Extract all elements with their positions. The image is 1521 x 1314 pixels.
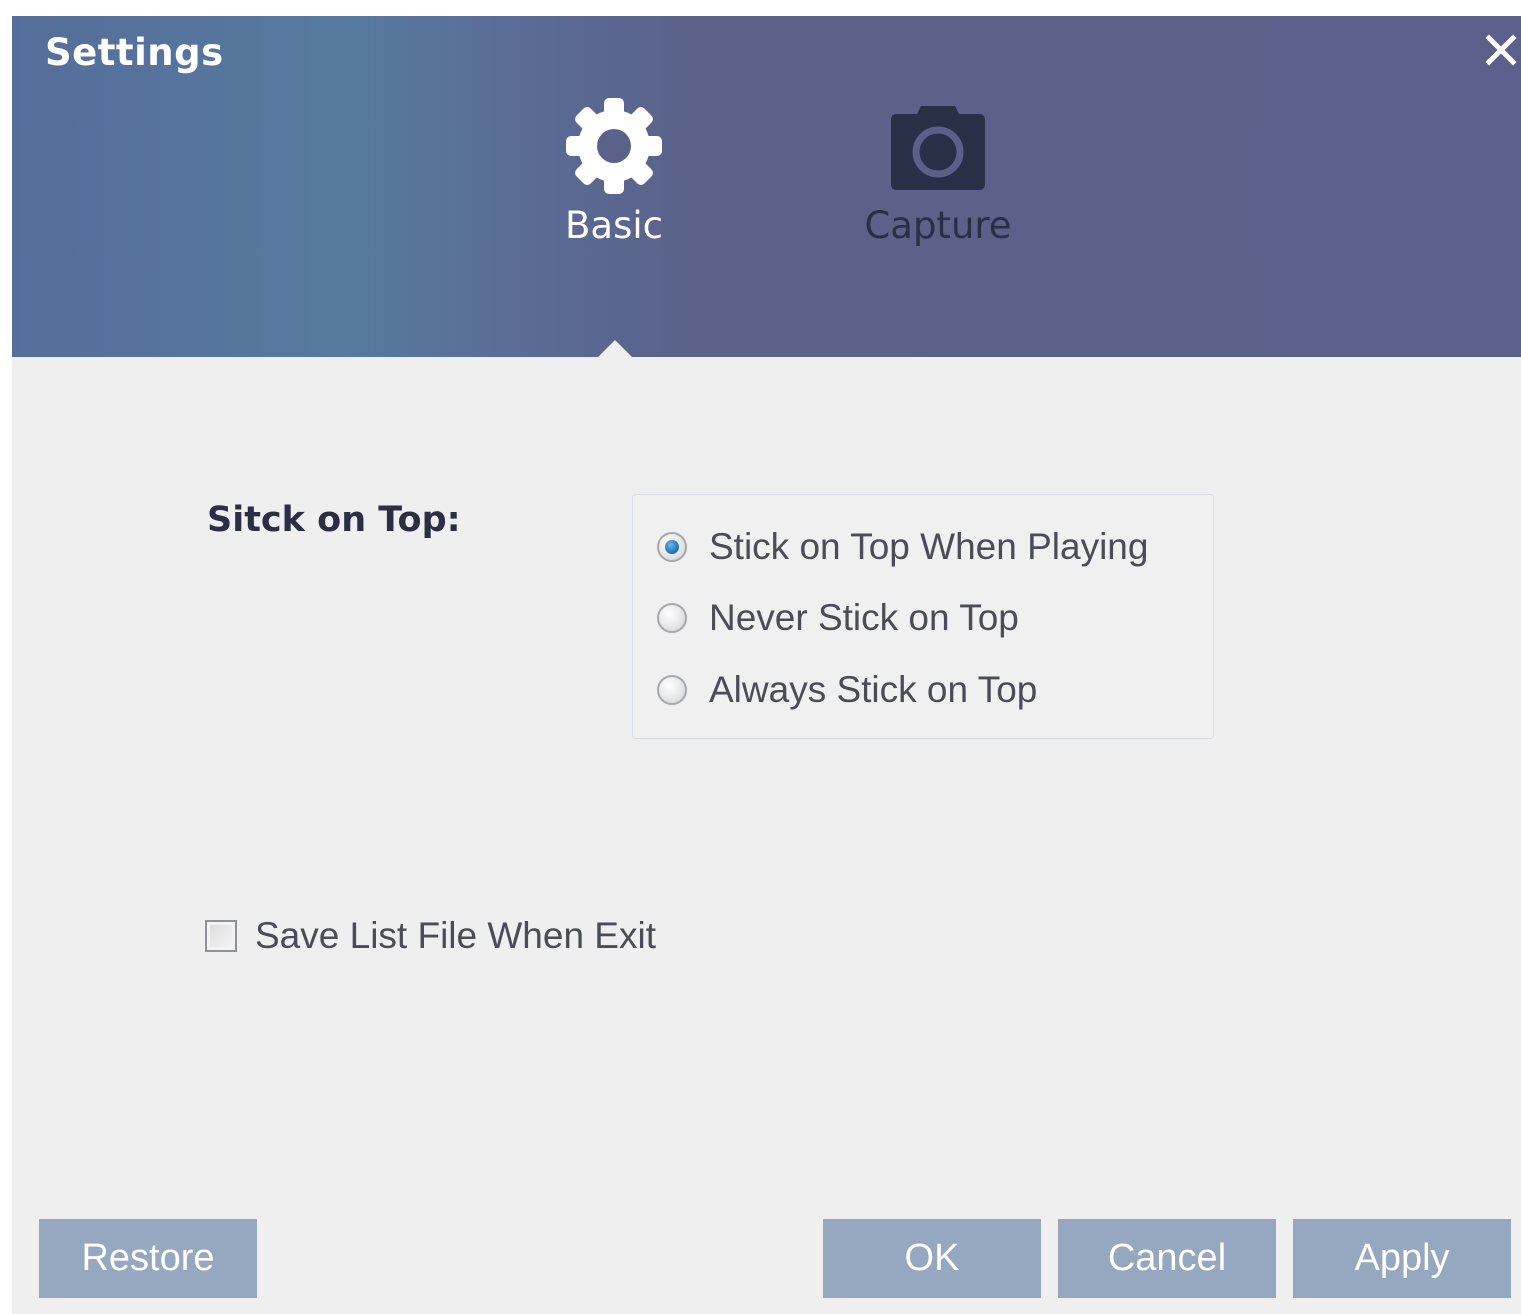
- restore-button[interactable]: Restore: [39, 1219, 257, 1298]
- save-list-checkbox[interactable]: [205, 920, 237, 952]
- selected-tab-pointer: [598, 340, 632, 357]
- cancel-button[interactable]: Cancel: [1058, 1219, 1276, 1298]
- radio-label: Always Stick on Top: [709, 669, 1038, 710]
- stick-on-top-label: Sitck on Top:: [207, 500, 461, 540]
- radio-always-stick[interactable]: Always Stick on Top: [657, 666, 1037, 714]
- radio-button-selected[interactable]: [657, 532, 687, 562]
- save-list-checkbox-row[interactable]: Save List File When Exit: [205, 911, 656, 961]
- settings-dialog: Settings Basic Capture Sitck on Top: Sti…: [12, 16, 1521, 1314]
- ok-button[interactable]: OK: [823, 1219, 1041, 1298]
- radio-button[interactable]: [657, 675, 687, 705]
- close-icon[interactable]: [1481, 30, 1521, 70]
- tab-capture-label: Capture: [864, 204, 1012, 247]
- dialog-header: Settings Basic Capture: [12, 16, 1521, 357]
- radio-button[interactable]: [657, 603, 687, 633]
- apply-button[interactable]: Apply: [1293, 1219, 1511, 1298]
- radio-label: Stick on Top When Playing: [709, 526, 1149, 567]
- tab-capture[interactable]: Capture: [838, 96, 1038, 266]
- save-list-checkbox-label: Save List File When Exit: [255, 915, 656, 956]
- camera-icon: [883, 96, 993, 196]
- tab-basic-label: Basic: [565, 204, 663, 247]
- gear-icon: [559, 96, 669, 196]
- tab-basic[interactable]: Basic: [514, 96, 714, 266]
- radio-stick-when-playing[interactable]: Stick on Top When Playing: [657, 523, 1148, 571]
- dialog-title: Settings: [45, 31, 224, 74]
- radio-label: Never Stick on Top: [709, 597, 1019, 638]
- radio-never-stick[interactable]: Never Stick on Top: [657, 594, 1019, 642]
- stick-on-top-radio-group: Stick on Top When Playing Never Stick on…: [632, 494, 1214, 739]
